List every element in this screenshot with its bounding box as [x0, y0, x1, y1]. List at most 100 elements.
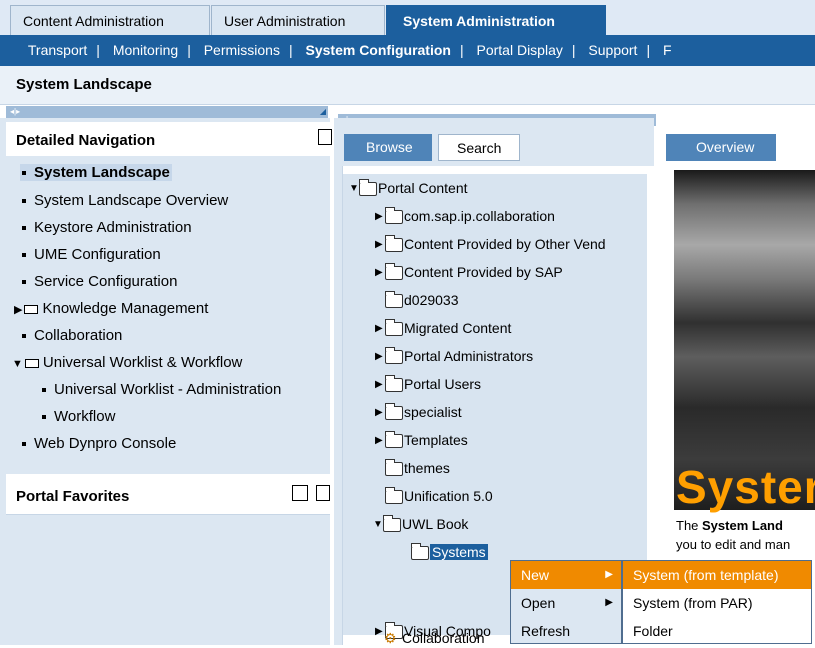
bullet-icon [22, 253, 26, 258]
subnav-system-configuration[interactable]: System Configuration [298, 35, 459, 66]
menu-item-system-from-par[interactable]: System (from PAR) [623, 589, 811, 617]
tree-node-portal-content[interactable]: ▼ Portal Content [349, 178, 468, 198]
folder-icon [385, 207, 403, 225]
folder-icon [385, 263, 403, 281]
tab-user-administration[interactable]: User Administration [211, 5, 385, 35]
favorites-list-icon[interactable] [292, 485, 308, 501]
submenu-arrow-icon: ▶ [605, 597, 613, 608]
expand-arrow-icon[interactable]: ▶ [375, 263, 385, 283]
sub-navigation: Transport | Monitoring | Permissions | Syst… [0, 35, 815, 66]
bullet-icon [22, 334, 26, 339]
tree-node-migrated-content[interactable]: ▶ Migrated Content [375, 318, 511, 338]
nav-item-system-landscape[interactable]: System Landscape [20, 164, 172, 181]
tree-node-systems[interactable]: Systems [411, 542, 488, 562]
collapse-arrow-icon[interactable]: ▼ [349, 179, 359, 199]
nav-item-universal-worklist-workflow[interactable]: ▼ Universal Worklist & Workflow [12, 354, 242, 371]
nav-item-web-dynpro-console[interactable]: Web Dynpro Console [22, 435, 176, 452]
folder-icon [411, 543, 429, 561]
subnav-more[interactable]: F [655, 35, 680, 66]
collaboration-icon: ⚙ [384, 630, 397, 646]
bullet-icon [22, 171, 26, 176]
folder-icon [24, 358, 39, 368]
expand-arrow-icon[interactable]: ▶ [375, 375, 385, 395]
bullet-icon [22, 226, 26, 231]
subnav-monitoring[interactable]: Monitoring [105, 35, 186, 66]
expand-arrow-icon[interactable]: ▶ [375, 319, 385, 339]
tree-node-portal-administrators[interactable]: ▶ Portal Administrators [375, 346, 533, 366]
tree-node-content-sap[interactable]: ▶ Content Provided by SAP [375, 262, 563, 282]
tab-system-administration[interactable]: System Administration [386, 5, 606, 35]
subnav-portal-display[interactable]: Portal Display [469, 35, 571, 66]
nav-item-service-configuration[interactable]: Service Configuration [22, 273, 177, 290]
nav-item-knowledge-management[interactable]: ▶ Knowledge Management [14, 300, 208, 317]
context-menu: New ▶ Open ▶ Refresh [510, 560, 622, 644]
portal-favorites-header: Portal Favorites [6, 478, 330, 515]
collapse-arrow-icon[interactable]: ▼ [373, 515, 383, 535]
detailed-navigation-header: Detailed Navigation [6, 122, 332, 159]
expand-arrow-icon[interactable]: ▶ [14, 303, 22, 316]
panel-options-icon[interactable] [318, 129, 332, 145]
nav-item-system-landscape-overview[interactable]: System Landscape Overview [22, 192, 228, 209]
tree-node-unification[interactable]: Unification 5.0 [385, 486, 493, 506]
subnav-permissions[interactable]: Permissions [196, 35, 288, 66]
left-panel: Detailed Navigation System Landscape Sys… [0, 118, 332, 645]
panel-options-icon[interactable] [316, 485, 330, 501]
expand-arrow-icon[interactable]: ▶ [375, 347, 385, 367]
expand-arrow-icon[interactable]: ▶ [375, 207, 385, 227]
subnav-transport[interactable]: Transport [20, 35, 95, 66]
top-tab-bar: Content Administration User Administrati… [0, 0, 815, 36]
splitter-corner-icon: ◢ [319, 107, 326, 116]
tab-browse[interactable]: Browse [344, 134, 432, 161]
overview-banner-title: Syster [676, 461, 815, 513]
folder-icon [359, 179, 377, 197]
menu-item-refresh[interactable]: Refresh [511, 617, 621, 645]
tab-content-administration[interactable]: Content Administration [10, 5, 210, 35]
menu-item-new[interactable]: New ▶ [511, 561, 621, 589]
folder-icon [24, 304, 39, 314]
menu-item-open[interactable]: Open ▶ [511, 589, 621, 617]
nav-item-uwl-administration[interactable]: Universal Worklist - Administration [42, 381, 281, 398]
overview-text-line2: you to edit and man [676, 537, 791, 552]
context-submenu-new: System (from template) System (from PAR)… [622, 560, 812, 644]
page-title: System Landscape [16, 76, 152, 93]
tree-node-content-other-vendors[interactable]: ▶ Content Provided by Other Vend [375, 234, 606, 254]
splitter-collapse-icon[interactable]: ◂|▸ [10, 107, 20, 116]
page-title-bar: System Landscape [0, 66, 815, 105]
nav-item-workflow[interactable]: Workflow [42, 408, 115, 425]
folder-icon [385, 235, 403, 253]
subnav-support[interactable]: Support [580, 35, 645, 66]
menu-item-system-from-template[interactable]: System (from template) [623, 561, 811, 589]
overview-text-line1: The System Land [676, 518, 783, 533]
submenu-arrow-icon: ▶ [605, 569, 613, 580]
bullet-icon [42, 415, 46, 420]
tab-search[interactable]: Search [438, 134, 520, 161]
nav-item-ume-configuration[interactable]: UME Configuration [22, 246, 161, 263]
folder-icon [385, 431, 403, 449]
tree-node-themes[interactable]: themes [385, 458, 450, 478]
folder-icon [385, 487, 403, 505]
tree-node-d029033[interactable]: d029033 [385, 290, 459, 310]
folder-icon [385, 319, 403, 337]
tree-node-specialist[interactable]: ▶ specialist [375, 402, 462, 422]
bullet-icon [22, 442, 26, 447]
folder-icon [385, 375, 403, 393]
nav-item-collaboration[interactable]: Collaboration [22, 327, 122, 344]
tree-node-templates[interactable]: ▶ Templates [375, 430, 468, 450]
expand-arrow-icon[interactable]: ▶ [375, 431, 385, 451]
tree-node-com-sap-ip-collaboration[interactable]: ▶ com.sap.ip.collaboration [375, 206, 555, 226]
bullet-icon [42, 388, 46, 393]
nav-item-keystore-administration[interactable]: Keystore Administration [22, 219, 192, 236]
tree-node-collaboration[interactable]: ⚙ Collaboration [384, 628, 485, 648]
tree-node-uwl-book[interactable]: ▼ UWL Book [373, 514, 468, 534]
tab-overview[interactable]: Overview [666, 134, 776, 161]
portal-favorites-title: Portal Favorites [16, 488, 130, 505]
collapse-arrow-icon[interactable]: ▼ [12, 358, 23, 370]
tree-node-portal-users[interactable]: ▶ Portal Users [375, 374, 481, 394]
expand-arrow-icon[interactable]: ▶ [375, 235, 385, 255]
detailed-navigation-title: Detailed Navigation [16, 132, 156, 149]
folder-icon [385, 291, 403, 309]
left-splitter[interactable]: ◂|▸ ◢ [6, 106, 328, 118]
detailed-navigation-list: System Landscape System Landscape Overvi… [6, 156, 330, 480]
menu-item-folder[interactable]: Folder [623, 617, 811, 645]
expand-arrow-icon[interactable]: ▶ [375, 403, 385, 423]
